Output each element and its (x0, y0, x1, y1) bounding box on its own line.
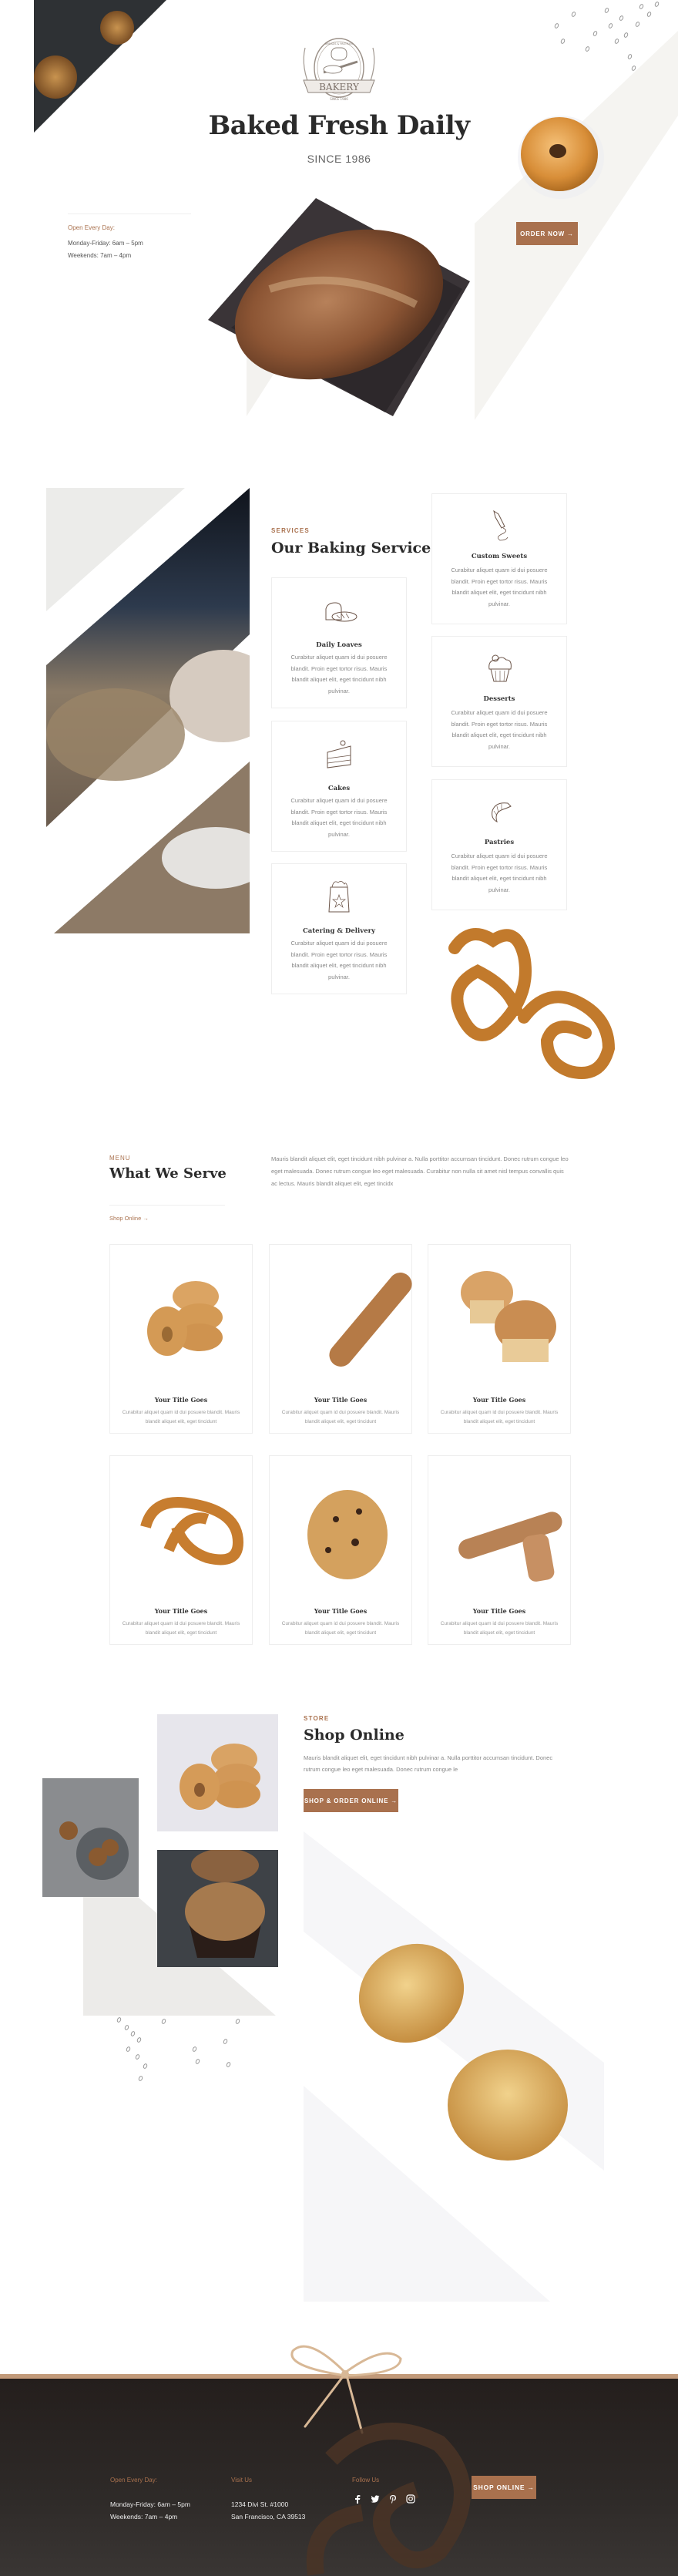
menu-item-desc: Curabitur aliquet quam id dui posuere bl… (122, 1621, 240, 1636)
service-title: Catering & Delivery (302, 927, 376, 935)
footer-follow-label: Follow Us (352, 2477, 380, 2484)
menu-shop-online-link[interactable]: Shop Online → (109, 1215, 149, 1222)
service-title: Desserts (483, 695, 515, 703)
menu-item-desc: Curabitur aliquet quam id dui posuere bl… (281, 1621, 400, 1636)
grocery-bag-icon (328, 881, 350, 913)
logo-arc-text: BREADS & PASTRIES (325, 42, 354, 45)
facebook-icon[interactable] (354, 2494, 361, 2504)
store-title: Shop Online (304, 1727, 404, 1744)
services-macaron-photo (46, 488, 250, 933)
footer-social-icons (354, 2494, 415, 2504)
service-card-cakes[interactable]: Cakes Curabitur aliquet quam id dui posu… (271, 721, 407, 852)
logo-since: SINCE 1986 (330, 97, 348, 101)
service-desc: Curabitur aliquet quam id dui posuere bl… (451, 709, 548, 750)
menu-item-title: Your Title Goes (154, 1607, 208, 1615)
twitter-icon[interactable] (371, 2494, 380, 2504)
menu-item-title: Your Title Goes (472, 1396, 526, 1404)
service-card-pastries[interactable]: Pastries Curabitur aliquet quam id dui p… (431, 779, 567, 910)
store-eyebrow: STORE (304, 1715, 330, 1722)
menu-item-image-bagels (147, 1281, 223, 1356)
footer-hours-label: Open Every Day: (110, 2477, 157, 2484)
service-title: Custom Sweets (471, 553, 528, 560)
menu-item-card[interactable]: Your Title Goes Curabitur aliquet quam id… (269, 1455, 412, 1645)
menu-item-card[interactable]: Your Title Goes Curabitur aliquet quam id… (109, 1244, 253, 1434)
cupcake-icon (488, 654, 512, 682)
instagram-icon[interactable] (406, 2494, 415, 2504)
menu-item-card[interactable]: Your Title Goes Curabitur aliquet quam id… (109, 1455, 253, 1645)
service-card-catering[interactable]: Catering & Delivery Curabitur aliquet qu… (271, 863, 407, 994)
menu-title: What We Serve (109, 1165, 227, 1182)
service-card-desserts[interactable]: Desserts Curabitur aliquet quam id dui p… (431, 636, 567, 767)
hero-hours-weekends: Weekends: 7am – 4pm (68, 252, 132, 259)
hero-hours-weekdays: Monday-Friday: 6am – 5pm (68, 240, 143, 247)
menu-eyebrow: MENU (109, 1155, 131, 1162)
hero-title: Baked Fresh Daily (208, 110, 470, 141)
hero-hours-label: Open Every Day: (68, 224, 115, 231)
footer-hours-weekends: Weekends: 7am – 4pm (110, 2513, 178, 2521)
service-desc: Curabitur aliquet quam id dui posuere bl… (290, 797, 388, 838)
service-desc: Curabitur aliquet quam id dui posuere bl… (290, 654, 388, 694)
service-title: Pastries (484, 839, 515, 846)
bread-loaf-icon (325, 602, 357, 622)
menu-item-desc: Curabitur aliquet quam id dui posuere bl… (440, 1410, 559, 1424)
bakery-logo: BAKERY SINCE 1986 BREADS & PASTRIES (303, 38, 375, 101)
store-muffins-panel (304, 1831, 604, 2302)
service-desc: Curabitur aliquet quam id dui posuere bl… (451, 567, 548, 607)
service-card-custom-sweets[interactable]: Custom Sweets Curabitur aliquet quam id … (431, 493, 567, 624)
footer-visit-label: Visit Us (231, 2477, 252, 2484)
logo-text: BAKERY (319, 82, 360, 92)
menu-item-desc: Curabitur aliquet quam id dui posuere bl… (281, 1410, 400, 1424)
service-title: Daily Loaves (316, 641, 362, 649)
menu-divider (109, 1205, 225, 1206)
service-card-daily-loaves[interactable]: Daily Loaves Curabitur aliquet quam id d… (271, 577, 407, 708)
store-seeds-decoration (116, 2016, 254, 2100)
services-title: Our Baking Services (271, 540, 439, 557)
cake-slice-icon (327, 740, 351, 768)
shop-order-online-button[interactable]: SHOP & ORDER ONLINE → (304, 1789, 398, 1812)
piping-bag-icon (493, 509, 509, 541)
services-pretzel-photo (448, 928, 616, 1079)
menu-item-image-pretzel (140, 1497, 244, 1565)
store-muffin-photo (157, 1850, 278, 1967)
menu-item-title: Your Title Goes (314, 1396, 368, 1404)
hero-bread-photo (208, 198, 470, 416)
menu-item-desc: Curabitur aliquet quam id dui posuere bl… (122, 1410, 240, 1424)
hero-bagel-photo (518, 116, 604, 199)
menu-item-image-baguette (329, 1273, 412, 1367)
menu-item-image-breadsticks (458, 1512, 562, 1582)
store-desc: Mauris blandit aliquet elit, eget tincid… (304, 1754, 553, 1773)
menu-item-title: Your Title Goes (154, 1396, 208, 1404)
menu-item-desc: Curabitur aliquet quam id dui posuere bl… (440, 1621, 559, 1636)
service-title: Cakes (327, 785, 351, 792)
menu-item-card[interactable]: Your Title Goes Curabitur aliquet quam id… (428, 1455, 571, 1645)
menu-item-title: Your Title Goes (314, 1607, 368, 1615)
menu-item-title: Your Title Goes (472, 1607, 526, 1615)
menu-intro: Mauris blandit aliquet elit, eget tincid… (271, 1155, 569, 1187)
menu-item-card[interactable]: Your Title Goes Curabitur aliquet quam id… (428, 1244, 571, 1434)
croissant-icon (492, 802, 512, 822)
order-now-button[interactable]: ORDER NOW → (516, 222, 578, 245)
menu-item-card[interactable]: Your Title Goes Curabitur aliquet quam id… (269, 1244, 412, 1434)
services-eyebrow: SERVICES (271, 527, 310, 534)
footer-shop-online-button[interactable]: SHOP ONLINE → (472, 2476, 536, 2499)
hero-muffin-photo (34, 0, 166, 133)
footer-address-line2: San Francisco, CA 39513 (231, 2513, 306, 2521)
service-desc: Curabitur aliquet quam id dui posuere bl… (290, 940, 388, 980)
hero-subtitle: SINCE 1986 (307, 153, 371, 165)
store-bagels-photo (157, 1714, 278, 1831)
store-cookies-photo (42, 1778, 139, 1897)
service-desc: Curabitur aliquet quam id dui posuere bl… (451, 853, 548, 893)
pinterest-icon[interactable] (389, 2494, 397, 2504)
footer-pretzel-photo (306, 2423, 471, 2576)
menu-item-image-cookie (307, 1490, 388, 1579)
menu-item-image-muffins (461, 1271, 556, 1362)
sesame-seeds-decoration (539, 0, 670, 73)
